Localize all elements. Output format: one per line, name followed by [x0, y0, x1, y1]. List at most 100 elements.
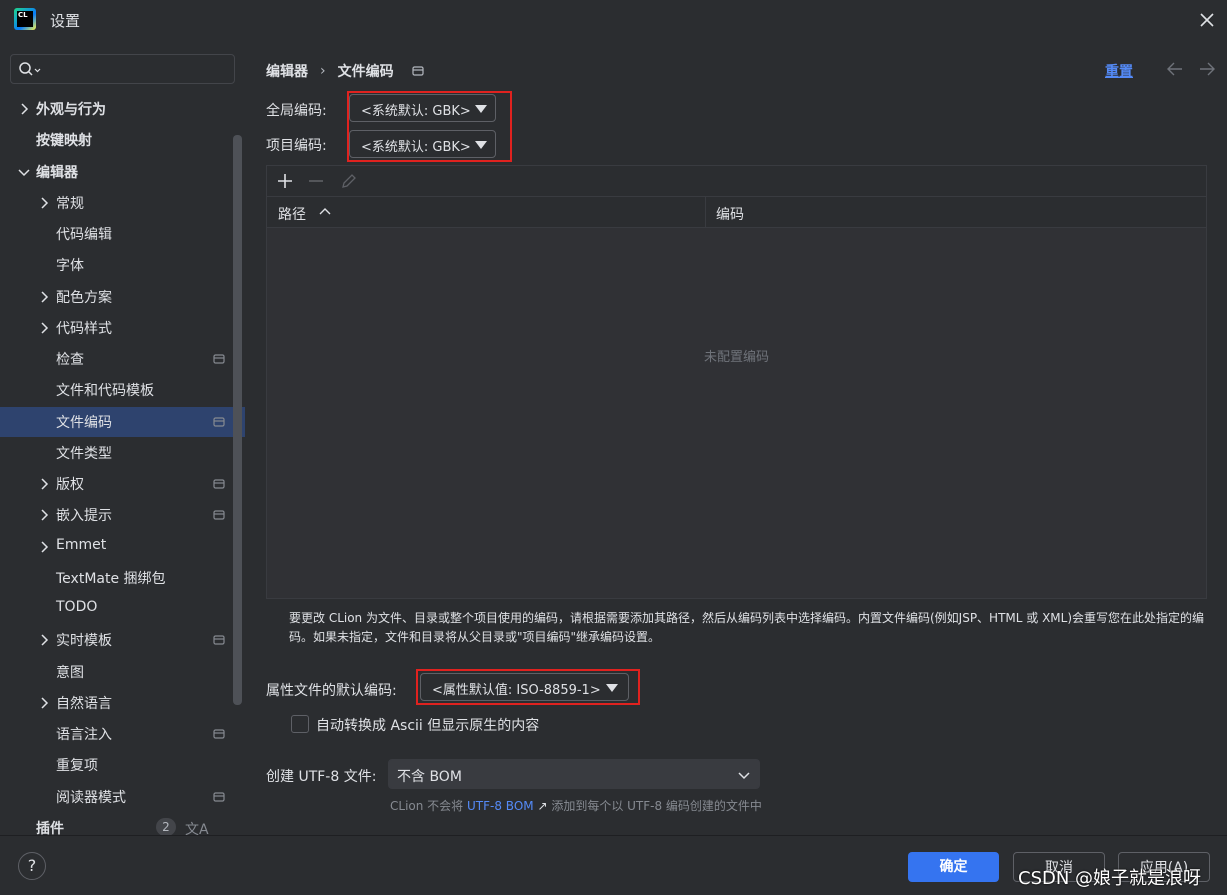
project-scope-icon: [213, 479, 225, 489]
sidebar-item[interactable]: 外观与行为: [0, 94, 232, 124]
project-scope-icon: [412, 66, 424, 76]
sidebar-item-label: 代码样式: [56, 321, 112, 337]
sidebar-item-label: 常规: [56, 196, 84, 212]
breadcrumb-separator: ›: [320, 63, 326, 79]
sidebar-item-label: 自然语言: [56, 696, 112, 712]
utf8-bom-link[interactable]: UTF-8 BOM: [467, 799, 534, 813]
chevron-right-icon[interactable]: [37, 508, 51, 522]
edit-pencil-icon[interactable]: [339, 171, 359, 191]
sidebar-item-label: 文件和代码模板: [56, 383, 154, 399]
forward-arrow-icon[interactable]: [1197, 60, 1217, 78]
chevron-right-icon[interactable]: [37, 290, 51, 304]
sidebar-item[interactable]: 实时模板: [0, 625, 232, 655]
sidebar-item[interactable]: 配色方案: [0, 282, 232, 312]
back-arrow-icon[interactable]: [1165, 60, 1185, 78]
column-divider[interactable]: [705, 197, 706, 228]
ok-button[interactable]: 确定: [908, 852, 999, 882]
sidebar-item[interactable]: 文件编码: [0, 407, 245, 437]
sidebar-item[interactable]: 重复项: [0, 750, 232, 780]
utf8-bom-label: 创建 UTF-8 文件:: [266, 769, 377, 785]
sidebar-item[interactable]: 字体: [0, 250, 232, 280]
sidebar-item-label: 实时模板: [56, 633, 112, 649]
properties-encoding-label: 属性文件的默认编码:: [266, 683, 397, 699]
chevron-down-icon[interactable]: [17, 165, 31, 179]
native-ascii-checkbox[interactable]: [291, 715, 309, 733]
project-scope-icon: [213, 792, 225, 802]
sidebar-item[interactable]: 按键映射: [0, 125, 232, 155]
sidebar-item[interactable]: TODO: [0, 594, 232, 624]
reset-link[interactable]: 重置: [1105, 61, 1133, 81]
project-scope-icon: [213, 354, 225, 364]
utf8-bom-note: CLion 不会将 UTF-8 BOM ↗ 添加到每个以 UTF-8 编码创建的…: [390, 797, 762, 814]
project-scope-icon: [213, 417, 225, 427]
encoding-mappings-table: 路径 编码 未配置编码: [266, 165, 1207, 599]
chevron-right-icon[interactable]: [17, 102, 31, 116]
bom-note-prefix: CLion 不会将: [390, 799, 464, 813]
add-icon[interactable]: [275, 171, 295, 191]
sidebar-item[interactable]: 文件类型: [0, 438, 232, 468]
clion-logo-icon: CL: [14, 8, 36, 30]
project-scope-icon: [213, 510, 225, 520]
breadcrumb-parent[interactable]: 编辑器: [266, 61, 308, 81]
title-bar: CL 设置: [0, 0, 1227, 40]
sidebar-item-label: 外观与行为: [36, 102, 106, 118]
sidebar-item[interactable]: 自然语言: [0, 688, 232, 718]
sidebar-item[interactable]: 代码样式: [0, 313, 232, 343]
main-panel: 编辑器 › 文件编码 重置 全局编码: <系统默认: GBK> 项目编码: <系…: [245, 40, 1227, 835]
csdn-watermark: CSDN @娘子就是浪呀: [1018, 868, 1202, 889]
bom-note-suffix: 添加到每个以 UTF-8 编码创建的文件中: [551, 799, 762, 813]
sidebar-item-label: 嵌入提示: [56, 508, 112, 524]
chevron-right-icon[interactable]: [37, 321, 51, 335]
sidebar-item[interactable]: 常规: [0, 188, 232, 218]
sidebar-item[interactable]: 检查: [0, 344, 232, 374]
remove-icon[interactable]: [306, 171, 326, 191]
chevron-right-icon[interactable]: [37, 633, 51, 647]
sidebar-item-label: 字体: [56, 258, 84, 274]
project-scope-icon: [213, 729, 225, 739]
sidebar-item[interactable]: 编辑器: [0, 157, 232, 187]
sort-ascending-icon: [319, 208, 331, 215]
breadcrumb-current: 文件编码: [337, 64, 394, 80]
sidebar-item[interactable]: 文件和代码模板: [0, 375, 232, 405]
sidebar-item[interactable]: 意图: [0, 657, 232, 687]
settings-sidebar: 外观与行为按键映射编辑器常规代码编辑字体配色方案代码样式检查文件和代码模板文件编…: [0, 40, 245, 838]
sidebar-item-label: 按键映射: [36, 133, 92, 149]
sidebar-scrollbar[interactable]: [233, 135, 242, 705]
help-button[interactable]: ?: [18, 852, 46, 880]
sidebar-item[interactable]: 版权: [0, 469, 232, 499]
close-icon[interactable]: [1196, 9, 1218, 31]
chevron-right-icon[interactable]: [37, 477, 51, 491]
sidebar-item-label: 代码编辑: [56, 227, 112, 243]
utf8-bom-select[interactable]: 不含 BOM: [388, 759, 760, 789]
sidebar-item-label: 意图: [56, 665, 84, 681]
sidebar-item-label: TextMate 捆绑包: [56, 571, 166, 587]
chevron-right-icon[interactable]: [37, 696, 51, 710]
sidebar-item[interactable]: Emmet: [0, 532, 232, 562]
window-title: 设置: [50, 12, 81, 30]
sidebar-item[interactable]: TextMate 捆绑包: [0, 563, 232, 593]
column-path[interactable]: 路径: [278, 204, 306, 224]
dialog-footer: ? 确定 取消 应用(A) CSDN @娘子就是浪呀: [0, 835, 1227, 895]
sidebar-item[interactable]: 语言注入: [0, 719, 232, 749]
project-scope-icon: [213, 635, 225, 645]
sidebar-item-label: 检查: [56, 352, 84, 368]
search-input[interactable]: [47, 59, 227, 79]
column-encoding[interactable]: 编码: [716, 204, 744, 224]
sidebar-item[interactable]: 代码编辑: [0, 219, 232, 249]
search-field[interactable]: [10, 54, 235, 84]
highlight-box: [416, 669, 640, 705]
external-link-icon: ↗: [533, 799, 552, 813]
table-toolbar: [267, 166, 1206, 197]
chevron-right-icon[interactable]: [37, 196, 51, 210]
sidebar-item[interactable]: 嵌入提示: [0, 500, 232, 530]
breadcrumb: 编辑器 › 文件编码: [266, 61, 424, 81]
sidebar-item[interactable]: 阅读器模式: [0, 782, 232, 812]
utf8-bom-value: 不含 BOM: [397, 769, 462, 785]
sidebar-item-label: 语言注入: [56, 727, 112, 743]
sidebar-item-label: 版权: [56, 477, 84, 493]
sidebar-item-label: 重复项: [56, 758, 98, 774]
empty-table-text: 未配置编码: [703, 350, 769, 365]
chevron-right-icon[interactable]: [37, 540, 51, 554]
native-ascii-label[interactable]: 自动转换成 Ascii 但显示原生的内容: [316, 715, 539, 735]
sidebar-item-label: 文件类型: [56, 446, 112, 462]
